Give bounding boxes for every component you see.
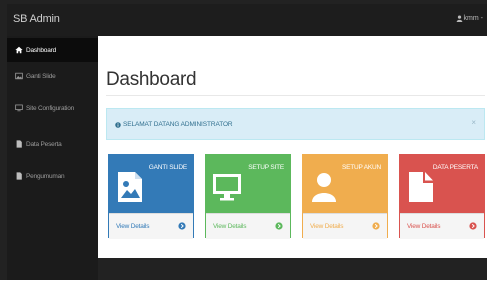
sidebar-item-ganti-slide[interactable]: Ganti Slide	[7, 64, 98, 88]
user-menu[interactable]: kmm -	[456, 15, 483, 22]
panel-heading: SETUP AKUN	[303, 155, 387, 213]
view-details-link[interactable]: View Details	[303, 213, 387, 239]
view-details-link[interactable]: View Details	[400, 213, 484, 239]
sidebar-item-pengumuman[interactable]: Pengumuman	[7, 164, 98, 188]
arrow-circle-right-icon	[275, 222, 283, 230]
panel-setup-akun: SETUP AKUN View Details	[302, 154, 388, 239]
title-divider	[106, 95, 485, 96]
alert-message: SELAMAT DATANG ADMINISTRATOR	[115, 121, 233, 128]
user-icon	[456, 15, 462, 22]
main-content: Dashboard SELAMAT DATANG ADMINISTRATOR ×…	[98, 36, 487, 258]
sidebar-item-dashboard[interactable]: Dashboard	[7, 38, 98, 62]
user-name: kmm -	[463, 15, 483, 22]
sidebar: Dashboard Ganti Slide Site Configuration…	[7, 36, 98, 280]
panel-title: GANTI SLIDE	[148, 164, 187, 171]
view-details-link[interactable]: View Details	[206, 213, 290, 239]
sidebar-item-label: Site Configuration	[26, 104, 75, 112]
arrow-circle-right-icon	[469, 222, 477, 230]
info-icon	[115, 121, 121, 128]
monitor-icon	[213, 174, 241, 201]
view-details-text: View Details	[213, 223, 247, 230]
image-icon	[15, 72, 23, 80]
sidebar-item-label: Pengumuman	[26, 172, 65, 180]
panel-title: SETUP SITE	[248, 164, 284, 171]
panel-data-peserta: DATA PESERTA View Details	[399, 154, 485, 239]
view-details-text: View Details	[116, 223, 150, 230]
document-icon	[15, 140, 23, 148]
page-title: Dashboard	[106, 69, 197, 90]
app-frame: SB Admin kmm - Dashboard Ganti Slide Sit…	[0, 0, 487, 280]
top-navbar: SB Admin kmm -	[7, 4, 487, 36]
brand-logo[interactable]: SB Admin	[13, 13, 60, 25]
panel-title: SETUP AKUN	[341, 164, 381, 171]
panel-setup-site: SETUP SITE View Details	[205, 154, 291, 239]
user-icon	[312, 173, 336, 202]
image-icon	[118, 172, 142, 202]
arrow-circle-right-icon	[178, 222, 186, 230]
home-icon	[15, 46, 23, 54]
sidebar-item-site-configuration[interactable]: Site Configuration	[7, 96, 98, 120]
sidebar-item-label: Ganti Slide	[26, 72, 56, 80]
view-details-link[interactable]: View Details	[109, 213, 193, 239]
arrow-circle-right-icon	[372, 222, 380, 230]
sidebar-item-data-peserta[interactable]: Data Peserta	[7, 132, 98, 156]
document-icon	[15, 172, 23, 180]
panel-heading: GANTI SLIDE	[109, 155, 193, 213]
sidebar-item-label: Data Peserta	[26, 140, 62, 148]
view-details-text: View Details	[407, 223, 441, 230]
view-details-text: View Details	[310, 223, 344, 230]
panel-title: DATA PESERTA	[432, 164, 478, 171]
monitor-icon	[15, 104, 23, 112]
sidebar-item-label: Dashboard	[26, 46, 56, 54]
alert-text: SELAMAT DATANG ADMINISTRATOR	[123, 121, 233, 128]
document-icon	[409, 172, 433, 202]
welcome-alert: SELAMAT DATANG ADMINISTRATOR ×	[106, 108, 485, 140]
panel-heading: SETUP SITE	[206, 155, 290, 213]
panel-ganti-slide: GANTI SLIDE View Details	[108, 154, 194, 239]
panel-heading: DATA PESERTA	[400, 155, 484, 213]
close-icon[interactable]: ×	[471, 118, 476, 127]
